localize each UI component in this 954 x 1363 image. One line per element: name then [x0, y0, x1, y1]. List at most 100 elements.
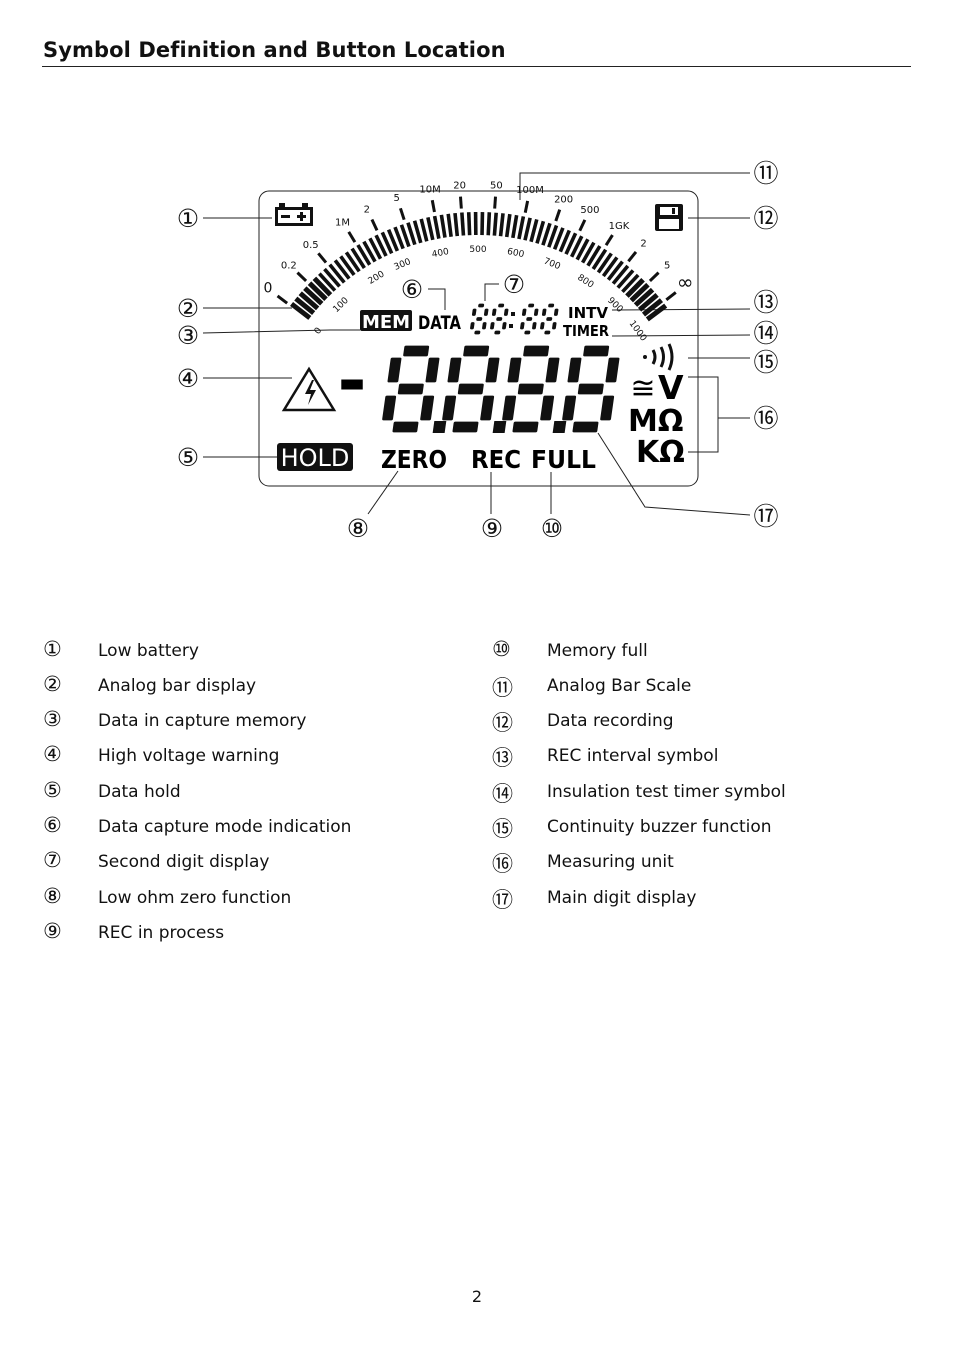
segment — [524, 330, 531, 335]
segment — [583, 345, 610, 357]
mem-label: MEM — [362, 312, 410, 333]
legend-number: ⑦ — [43, 848, 62, 872]
seven-segment-digit — [470, 303, 489, 335]
segment — [540, 395, 555, 421]
main-digit-display — [382, 345, 620, 433]
scale-tick — [458, 196, 463, 209]
segment — [526, 317, 533, 321]
leader-14 — [611, 334, 751, 337]
legend-number: ⑭ — [492, 782, 513, 806]
inner-scale-label: 1000 — [627, 319, 649, 344]
scale-tick — [296, 271, 308, 283]
legend-text: Data hold — [98, 782, 181, 802]
segment — [523, 345, 550, 357]
outer-scale-label: 0 — [263, 281, 272, 297]
scale-tick — [430, 199, 436, 213]
legend-number: ⑪ — [492, 676, 513, 700]
zero-label: ZERO — [381, 445, 447, 474]
legend-number: ⑤ — [43, 778, 62, 802]
leader-7 — [484, 283, 499, 301]
high-voltage-warning-icon — [281, 366, 337, 412]
segment — [471, 308, 477, 316]
bar-segment — [486, 212, 492, 236]
legend-text: Data in capture memory — [98, 711, 307, 731]
bar-segment — [498, 213, 505, 237]
segment — [512, 421, 539, 433]
outer-scale-label: 2 — [364, 205, 370, 216]
outer-scale-label: 20 — [453, 181, 466, 192]
outer-scale-label: 200 — [554, 194, 573, 205]
callout-5: ⑤ — [177, 443, 199, 472]
bar-segment — [511, 214, 519, 239]
scale-tick — [317, 252, 328, 264]
callout-8: ⑧ — [347, 514, 369, 543]
seven-segment-digit — [562, 345, 620, 433]
inner-scale-label: 100 — [331, 296, 351, 315]
callout-12: ⑫ — [753, 204, 778, 233]
segment — [552, 322, 557, 330]
leader-6 — [428, 288, 446, 310]
buzzer-icon — [643, 343, 674, 371]
leader-3 — [202, 329, 360, 334]
decimal-point — [552, 421, 567, 433]
scale-tick — [604, 234, 614, 247]
segment — [490, 322, 495, 330]
callout-10: ⑩ — [541, 514, 563, 543]
legend-text: Analog bar display — [98, 676, 257, 696]
analog-scale-outer-labels: 0 0.2 0.5 1M 2 5 10M 20 50 100M 200 500 1GK 2 5 ∞ — [263, 181, 693, 297]
segment — [478, 303, 485, 308]
segment — [546, 317, 553, 321]
segment — [532, 322, 537, 330]
legend-text: Main digit display — [547, 888, 697, 908]
scale-tick — [554, 209, 562, 222]
hold-label: HOLD — [281, 444, 350, 472]
bar-segment — [419, 218, 429, 242]
segment — [572, 421, 599, 433]
scale-tick — [370, 218, 379, 232]
leader-8 — [367, 470, 399, 515]
legend-text: Insulation test timer symbol — [547, 782, 786, 802]
segment — [541, 308, 547, 316]
callout-17: ⑰ — [753, 502, 778, 531]
intv-label: INTV — [568, 304, 608, 322]
segment — [507, 357, 522, 383]
battery-icon — [275, 203, 313, 226]
acdc-symbol: ≅ — [630, 371, 655, 406]
segment — [545, 357, 560, 383]
scale-tick — [276, 294, 289, 305]
legend-number: ⑯ — [492, 852, 513, 876]
bar-segment — [523, 217, 532, 241]
inner-scale-label: 300 — [393, 257, 413, 273]
bar-segment — [432, 215, 441, 239]
seven-segment-digit — [520, 303, 539, 335]
inner-scale-label: 400 — [431, 247, 450, 260]
bar-segment — [492, 212, 498, 236]
inner-scale-label: 800 — [575, 273, 595, 291]
floppy-disk-icon — [655, 204, 683, 231]
outer-scale-label: ∞ — [677, 270, 694, 294]
seven-segment-digit — [540, 303, 559, 335]
outer-scale-label: 50 — [490, 181, 503, 192]
segment — [482, 322, 487, 330]
scale-tick — [627, 250, 638, 263]
bar-segment — [466, 212, 472, 236]
legend-number: ⑫ — [492, 711, 513, 735]
inner-scale-label: 500 — [469, 245, 486, 255]
scale-tick — [648, 271, 660, 283]
legend-number: ④ — [43, 742, 62, 766]
legend-text: Continuity buzzer function — [547, 817, 772, 837]
colon-dot — [509, 324, 513, 328]
bar-segment — [412, 220, 423, 244]
segment — [397, 383, 424, 395]
segment — [491, 308, 497, 316]
legend-text: High voltage warning — [98, 746, 280, 766]
segment — [540, 322, 545, 330]
decimal-point — [432, 421, 447, 433]
callout-11: ⑪ — [753, 159, 778, 188]
segment — [483, 308, 489, 316]
outer-scale-label: 100M — [516, 185, 544, 196]
legend-number: ⑰ — [492, 888, 513, 912]
scale-tick — [493, 196, 498, 209]
full-label: FULL — [531, 445, 596, 474]
segment — [403, 345, 430, 357]
